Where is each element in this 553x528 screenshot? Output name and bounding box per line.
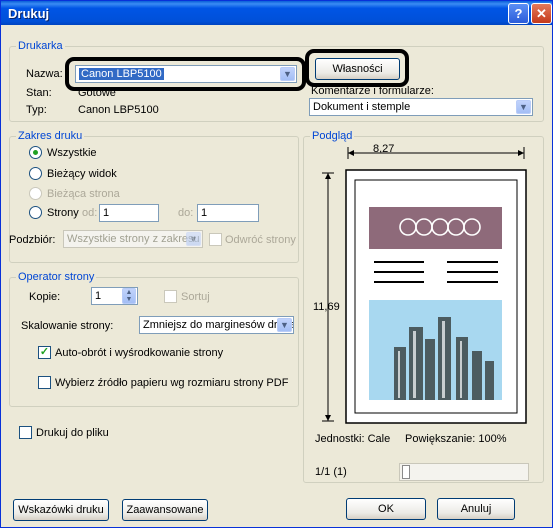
radio-all[interactable] (29, 146, 42, 159)
preview-canvas (322, 147, 527, 424)
subset-select-value: Wszystkie strony z zakresu (67, 233, 200, 245)
pdf-paper-source-label: Wybierz źródło papieru wg rozmiaru stron… (55, 377, 289, 389)
printer-type-label: Typ: (26, 104, 47, 116)
chevron-down-icon: ▼ (516, 100, 531, 114)
page-counter: 1/1 (1) (315, 466, 347, 478)
from-input[interactable]: 1 (99, 204, 159, 222)
reverse-pages-label: Odwróć strony (225, 234, 296, 246)
printer-group-label: Drukarka (16, 40, 65, 52)
advanced-button[interactable]: Zaawansowane (122, 499, 208, 521)
page-slider-thumb[interactable] (402, 465, 410, 479)
checkmark-icon: ✓ (39, 346, 50, 358)
collate-label: Sortuj (181, 291, 210, 303)
print-to-file-label: Drukuj do pliku (36, 427, 109, 439)
printer-name-label: Nazwa: (26, 68, 63, 80)
reverse-pages-checkbox[interactable] (209, 233, 222, 246)
print-tips-button-label: Wskazówki druku (18, 504, 104, 516)
print-tips-button[interactable]: Wskazówki druku (13, 499, 109, 521)
copies-label: Kopie: (29, 291, 61, 303)
printer-status-value: Gotowe (78, 87, 116, 99)
radio-current-view[interactable] (29, 167, 42, 180)
zoom-label: Powiększanie: 100% (405, 433, 507, 445)
print-range-label: Zakres druku (16, 130, 85, 142)
comments-select-value: Dokument i stemple (313, 101, 411, 113)
advanced-button-label: Zaawansowane (126, 504, 204, 516)
pdf-paper-source-checkbox[interactable] (38, 376, 51, 389)
ok-button[interactable]: OK (346, 498, 426, 520)
page-handling-label: Operator strony (16, 271, 97, 283)
properties-highlight (305, 49, 409, 87)
chevron-down-icon: ▼ (186, 232, 201, 246)
preview-width-value: 8,27 (373, 143, 395, 155)
scaling-label: Skalowanie strony: (21, 320, 114, 332)
comments-select[interactable]: Dokument i stemple ▼ (309, 98, 533, 116)
radio-current-page[interactable] (29, 187, 42, 200)
autorotate-label: Auto-obrót i wyśrodkowanie strony (55, 347, 224, 359)
collate-checkbox[interactable] (164, 290, 177, 303)
close-button[interactable]: ✕ (531, 3, 552, 24)
title-bar: Drukuj ? ✕ (1, 1, 552, 25)
to-input[interactable]: 1 (197, 204, 259, 222)
page-slider[interactable] (399, 463, 529, 481)
radio-current-view-label: Bieżący widok (47, 168, 117, 180)
cancel-button[interactable]: Anuluj (437, 498, 515, 520)
dialog-title: Drukuj (8, 6, 50, 21)
printer-name-highlight (65, 57, 306, 91)
subset-select[interactable]: Wszystkie strony z zakresu ▼ (63, 230, 203, 248)
scaling-select-value: Zmniejsz do marginesów drukarki (143, 319, 294, 331)
scaling-select[interactable]: Zmniejsz do marginesów drukarki ▼ (139, 316, 294, 334)
close-icon: ✕ (536, 6, 547, 21)
radio-pages-label: Strony (47, 207, 79, 219)
chevron-down-icon: ▼ (277, 318, 292, 332)
radio-pages[interactable] (29, 206, 42, 219)
to-label: do: (178, 207, 194, 219)
printer-status-label: Stan: (26, 87, 52, 99)
print-to-file-checkbox[interactable] (19, 426, 32, 439)
autorotate-checkbox[interactable]: ✓ (38, 346, 51, 359)
print-dialog: Drukuj ? ✕ Drukarka Nazwa: Canon LBP5100… (0, 0, 553, 528)
help-button[interactable]: ? (508, 3, 529, 24)
radio-current-page-label: Bieżąca strona (47, 188, 120, 200)
ok-button-label: OK (378, 503, 394, 515)
units-label: Jednostki: Cale (315, 433, 391, 445)
copies-spinner[interactable]: ▲ ▼ (122, 288, 136, 304)
cancel-button-label: Anuluj (460, 503, 492, 515)
radio-all-label: Wszystkie (47, 147, 97, 159)
subset-label: Podzbiór: (9, 234, 56, 246)
from-label: od: (82, 207, 98, 219)
preview-height-value: 11,69 (313, 301, 340, 313)
printer-type-value: Canon LBP5100 (78, 104, 159, 116)
